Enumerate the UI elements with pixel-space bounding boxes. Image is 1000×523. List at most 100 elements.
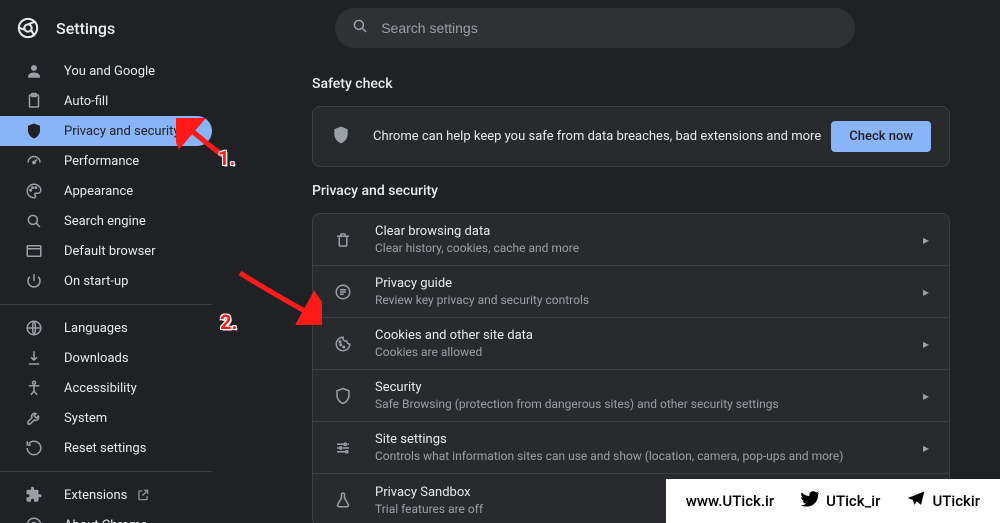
sidebar-item-performance[interactable]: Performance bbox=[0, 146, 212, 176]
chrome-icon bbox=[24, 515, 44, 523]
separator bbox=[0, 304, 212, 305]
flask-icon bbox=[333, 491, 353, 509]
page-title: Settings bbox=[56, 19, 115, 38]
sidebar-item-label: About Chrome bbox=[64, 518, 147, 523]
row-title: Security bbox=[375, 380, 923, 395]
sidebar-item-reset-settings[interactable]: Reset settings bbox=[0, 433, 212, 463]
sidebar-item-on-start-up[interactable]: On start-up bbox=[0, 266, 212, 296]
safety-check-heading: Safety check bbox=[312, 76, 950, 92]
sidebar-item-label: Reset settings bbox=[64, 441, 146, 456]
sidebar-item-accessibility[interactable]: Accessibility bbox=[0, 373, 212, 403]
wrench-icon bbox=[24, 408, 44, 428]
chevron-right-icon: ▸ bbox=[923, 337, 929, 351]
sidebar-item-label: Languages bbox=[64, 321, 128, 336]
search-icon bbox=[24, 211, 44, 231]
footer-site-text: www.UTick.ir bbox=[686, 492, 774, 510]
watermark-strip: www.UTick.ir UTick_ir UTickir bbox=[666, 479, 1000, 523]
footer-twitter-text: UTick_ir bbox=[826, 492, 880, 510]
row-title: Site settings bbox=[375, 432, 923, 447]
sidebar-item-appearance[interactable]: Appearance bbox=[0, 176, 212, 206]
row-title: Cookies and other site data bbox=[375, 328, 923, 343]
open-in-new-icon bbox=[133, 485, 153, 505]
row-subtitle: Review key privacy and security controls bbox=[375, 293, 923, 307]
chevron-right-icon: ▸ bbox=[923, 389, 929, 403]
chevron-right-icon: ▸ bbox=[923, 233, 929, 247]
row-security[interactable]: Security Safe Browsing (protection from … bbox=[313, 370, 949, 422]
sidebar-item-label: Extensions bbox=[64, 488, 127, 503]
row-subtitle: Clear history, cookies, cache and more bbox=[375, 241, 923, 255]
sidebar-item-label: On start-up bbox=[64, 274, 128, 289]
sidebar-item-downloads[interactable]: Downloads bbox=[0, 343, 212, 373]
accessibility-icon bbox=[24, 378, 44, 398]
header: Settings bbox=[0, 0, 1000, 56]
footer-twitter: UTick_ir bbox=[800, 489, 880, 513]
sidebar-item-label: Auto-fill bbox=[64, 94, 108, 109]
tune-icon bbox=[333, 439, 353, 457]
separator bbox=[0, 471, 212, 472]
sidebar-item-label: Appearance bbox=[64, 184, 133, 199]
sidebar-item-label: Search engine bbox=[64, 214, 146, 229]
sidebar-item-label: Privacy and security bbox=[64, 124, 180, 139]
sidebar-item-label: System bbox=[64, 411, 107, 426]
sidebar-item-auto-fill[interactable]: Auto-fill bbox=[0, 86, 212, 116]
puzzle-icon bbox=[24, 485, 44, 505]
row-title: Privacy guide bbox=[375, 276, 923, 291]
row-title: Clear browsing data bbox=[375, 224, 923, 239]
twitter-icon bbox=[800, 489, 820, 513]
search-input[interactable] bbox=[381, 20, 839, 36]
row-site-settings[interactable]: Site settings Controls what information … bbox=[313, 422, 949, 474]
speedometer-icon bbox=[24, 151, 44, 171]
safety-check-card: Chrome can help keep you safe from data … bbox=[312, 106, 950, 167]
sidebar-item-label: Accessibility bbox=[64, 381, 137, 396]
sidebar-item-about-chrome[interactable]: About Chrome bbox=[0, 510, 212, 523]
restore-icon bbox=[24, 438, 44, 458]
chevron-right-icon: ▸ bbox=[923, 441, 929, 455]
sidebar-item-system[interactable]: System bbox=[0, 403, 212, 433]
sidebar-item-you-and-google[interactable]: You and Google bbox=[0, 56, 212, 86]
checklist-shield-icon bbox=[333, 283, 353, 301]
row-privacy-guide[interactable]: Privacy guide Review key privacy and sec… bbox=[313, 266, 949, 318]
sidebar-item-search-engine[interactable]: Search engine bbox=[0, 206, 212, 236]
chevron-right-icon: ▸ bbox=[923, 285, 929, 299]
sidebar-item-label: Performance bbox=[64, 154, 139, 169]
trash-icon bbox=[333, 231, 353, 249]
person-icon bbox=[24, 61, 44, 81]
row-cookies[interactable]: Cookies and other site data Cookies are … bbox=[313, 318, 949, 370]
sidebar-item-languages[interactable]: Languages bbox=[0, 313, 212, 343]
safety-check-text: Chrome can help keep you safe from data … bbox=[373, 129, 831, 144]
row-subtitle: Cookies are allowed bbox=[375, 345, 923, 359]
sidebar: You and Google Auto-fill Privacy and sec… bbox=[0, 56, 240, 523]
power-icon bbox=[24, 271, 44, 291]
row-subtitle: Safe Browsing (protection from dangerous… bbox=[375, 397, 923, 411]
footer-telegram-text: UTickir bbox=[932, 492, 980, 510]
shield-icon bbox=[331, 125, 351, 149]
search-settings[interactable] bbox=[335, 8, 855, 48]
callout-1: 1. bbox=[218, 146, 235, 170]
shield-icon bbox=[24, 121, 44, 141]
sidebar-item-default-browser[interactable]: Default browser bbox=[0, 236, 212, 266]
sidebar-item-label: Default browser bbox=[64, 244, 156, 259]
browser-icon bbox=[24, 241, 44, 261]
sidebar-item-extensions[interactable]: Extensions bbox=[0, 480, 212, 510]
palette-icon bbox=[24, 181, 44, 201]
search-icon bbox=[351, 17, 369, 39]
telegram-icon bbox=[906, 489, 926, 513]
footer-telegram: UTickir bbox=[906, 489, 980, 513]
main-content: Safety check Chrome can help keep you sa… bbox=[240, 56, 1000, 523]
sidebar-item-privacy-and-security[interactable]: Privacy and security bbox=[0, 116, 212, 146]
sidebar-item-label: Downloads bbox=[64, 351, 129, 366]
security-icon bbox=[333, 387, 353, 405]
row-clear-browsing-data[interactable]: Clear browsing data Clear history, cooki… bbox=[313, 214, 949, 266]
check-now-button[interactable]: Check now bbox=[831, 121, 931, 152]
row-subtitle: Controls what information sites can use … bbox=[375, 449, 923, 463]
privacy-security-heading: Privacy and security bbox=[312, 183, 950, 199]
privacy-security-list: Clear browsing data Clear history, cooki… bbox=[312, 213, 950, 523]
sidebar-item-label: You and Google bbox=[64, 64, 155, 79]
clipboard-icon bbox=[24, 91, 44, 111]
footer-website: www.UTick.ir bbox=[686, 492, 774, 510]
globe-icon bbox=[24, 318, 44, 338]
chrome-logo-icon bbox=[16, 16, 40, 40]
callout-2: 2. bbox=[220, 310, 237, 334]
download-icon bbox=[24, 348, 44, 368]
cookie-icon bbox=[333, 335, 353, 353]
